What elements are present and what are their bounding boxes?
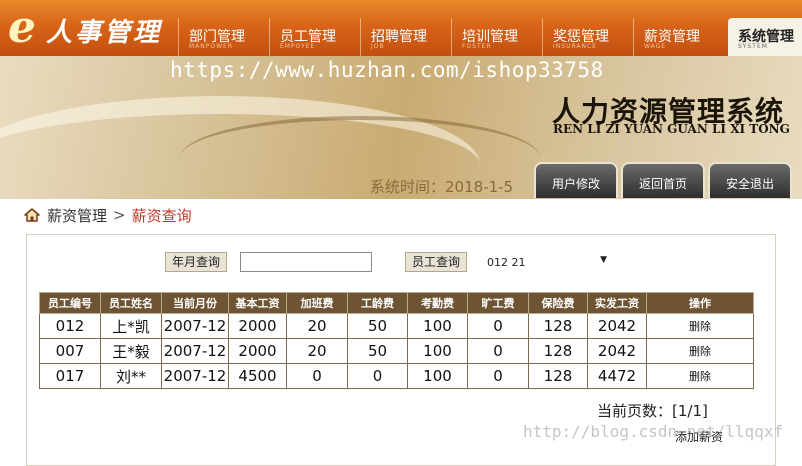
system-time-value: 2018-1-5 — [445, 178, 514, 196]
table-cell: 上*凯 — [100, 313, 162, 339]
nav-sublabel: JOB — [371, 43, 385, 50]
nav-system[interactable]: 系统管理 SYSTEM — [728, 18, 802, 56]
nav-sublabel: MANPOWER — [189, 43, 234, 50]
column-header: 当前月份 — [161, 292, 229, 314]
table-header-row: 员工编号 员工姓名 当前月份 基本工资 加班费 工龄费 考勤费 旷工费 保险费 … — [39, 292, 754, 314]
employee-select-value: 012 21 — [487, 255, 526, 269]
delete-link[interactable]: 删除 — [646, 338, 754, 364]
table-cell: 4472 — [587, 363, 647, 389]
dropdown-arrow-icon: ▼ — [600, 254, 608, 265]
logo-e: e — [8, 2, 36, 53]
table-cell: 4500 — [228, 363, 287, 389]
page-info: 当前页数：[1/1] — [597, 402, 708, 420]
table-row: 007 王*毅 2007-12 2000 20 50 100 0 128 204… — [39, 338, 754, 364]
breadcrumb-separator: > — [113, 206, 126, 224]
edit-user-button[interactable]: 用户修改 — [534, 162, 618, 198]
nav-sublabel: INSURANCE — [553, 43, 597, 50]
column-header: 保险费 — [528, 292, 588, 314]
table-cell: 128 — [528, 313, 588, 339]
table-cell: 012 — [39, 313, 101, 339]
table-cell: 20 — [286, 313, 348, 339]
table-cell: 20 — [286, 338, 348, 364]
main-menu: 部门管理 MANPOWER 员工管理 EMPOYEE 招聘管理 JOB 培训管理… — [178, 18, 802, 56]
table-cell: 128 — [528, 363, 588, 389]
search-bar: 年月查询 员工查询 012 21 ▼ — [165, 252, 607, 272]
table-cell: 50 — [347, 313, 408, 339]
column-header: 操作 — [646, 292, 754, 314]
delete-link[interactable]: 删除 — [646, 363, 754, 389]
table-cell: 007 — [39, 338, 101, 364]
nav-sublabel: FOSTER — [462, 43, 492, 50]
table-row: 017 刘** 2007-12 4500 0 0 100 0 128 4472 … — [39, 363, 754, 389]
table-cell: 0 — [286, 363, 348, 389]
table-row: 012 上*凯 2007-12 2000 20 50 100 0 128 204… — [39, 313, 754, 339]
breadcrumb-current: 薪资查询 — [131, 206, 192, 225]
table-cell: 2007-12 — [161, 363, 229, 389]
table-cell: 50 — [347, 338, 408, 364]
employee-query-button[interactable]: 员工查询 — [405, 252, 468, 272]
table-cell: 2000 — [228, 313, 287, 339]
column-header: 加班费 — [286, 292, 348, 314]
table-cell: 100 — [407, 313, 468, 339]
nav-recruit[interactable]: 招聘管理 JOB — [360, 18, 451, 56]
table-cell: 0 — [467, 313, 529, 339]
nav-sublabel: EMPOYEE — [280, 43, 316, 50]
table-cell: 0 — [467, 338, 529, 364]
nav-salary[interactable]: 薪资管理 WAGE — [633, 18, 724, 56]
column-header: 工龄费 — [347, 292, 408, 314]
employee-select[interactable]: 012 21 ▼ — [487, 254, 608, 269]
watermark-text: https://www.huzhan.com/ishop33758 — [170, 58, 604, 82]
month-input[interactable] — [240, 252, 373, 272]
banner: https://www.huzhan.com/ishop33758 人力资源管理… — [0, 56, 802, 199]
breadcrumb: 薪资管理 > 薪资查询 — [24, 204, 192, 226]
home-icon — [24, 208, 40, 222]
column-header: 员工编号 — [39, 292, 101, 314]
nav-employee[interactable]: 员工管理 EMPOYEE — [269, 18, 360, 56]
home-button[interactable]: 返回首页 — [621, 162, 705, 198]
delete-link[interactable]: 删除 — [646, 313, 754, 339]
nav-reward[interactable]: 奖惩管理 INSURANCE — [542, 18, 633, 56]
nav-sublabel: SYSTEM — [738, 43, 768, 50]
column-header: 实发工资 — [587, 292, 647, 314]
table-cell: 王*毅 — [100, 338, 162, 364]
table-cell: 100 — [407, 338, 468, 364]
column-header: 员工姓名 — [100, 292, 162, 314]
table-cell: 刘** — [100, 363, 162, 389]
table-cell: 2042 — [587, 338, 647, 364]
table-cell: 2007-12 — [161, 338, 229, 364]
table-cell: 0 — [467, 363, 529, 389]
logo-text: 人事管理 — [46, 18, 163, 48]
system-time: 系统时间：2018-1-5 — [370, 176, 513, 197]
logout-button[interactable]: 安全退出 — [708, 162, 792, 198]
table-cell: 2007-12 — [161, 313, 229, 339]
breadcrumb-parent[interactable]: 薪资管理 — [47, 205, 107, 226]
table-cell: 100 — [407, 363, 468, 389]
column-header: 基本工资 — [228, 292, 287, 314]
column-header: 旷工费 — [467, 292, 529, 314]
table-cell: 017 — [39, 363, 101, 389]
nav-training[interactable]: 培训管理 FOSTER — [451, 18, 542, 56]
table-cell: 2042 — [587, 313, 647, 339]
table-cell: 0 — [347, 363, 408, 389]
nav-sublabel: WAGE — [644, 43, 667, 50]
nav-department[interactable]: 部门管理 MANPOWER — [178, 18, 269, 56]
footer-watermark: http://blog.csdn.net/llqqxf — [523, 422, 784, 441]
logo: e 人事管理 — [8, 2, 178, 53]
table-cell: 2000 — [228, 338, 287, 364]
salary-table: 员工编号 员工姓名 当前月份 基本工资 加班费 工龄费 考勤费 旷工费 保险费 … — [39, 292, 754, 389]
top-nav: e 人事管理 部门管理 MANPOWER 员工管理 EMPOYEE 招聘管理 J… — [0, 0, 802, 56]
month-query-button[interactable]: 年月查询 — [165, 252, 228, 272]
system-pinyin: REN LI ZI YUAN GUAN LI XI TONG — [553, 122, 790, 136]
table-cell: 128 — [528, 338, 588, 364]
column-header: 考勤费 — [407, 292, 468, 314]
system-time-label: 系统时间： — [370, 178, 446, 196]
